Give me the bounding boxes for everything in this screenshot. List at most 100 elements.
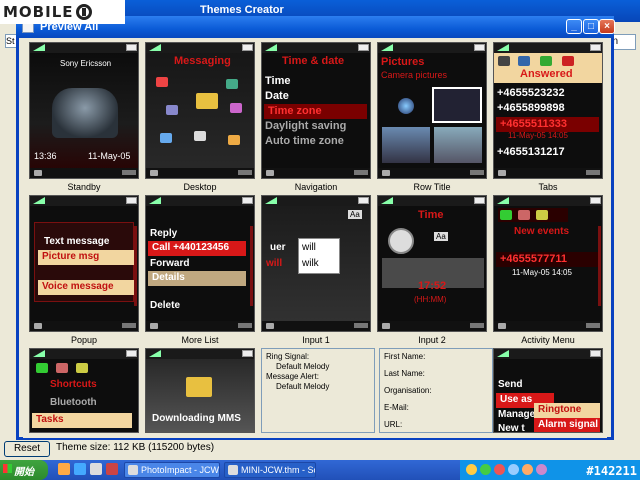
time-input-value[interactable]: 17:52 <box>418 280 446 292</box>
quicklaunch-icon-3[interactable] <box>90 463 102 475</box>
shortcuts-tab-icon[interactable] <box>536 210 548 220</box>
sky-thumbnail[interactable] <box>434 127 482 163</box>
shortcuts-tab-icon[interactable] <box>76 363 88 373</box>
mini-logo-icon <box>382 170 390 176</box>
tab-dialled-icon[interactable] <box>540 56 552 66</box>
softkey-bar <box>494 168 602 178</box>
standby-date: 11-May-05 <box>88 151 131 161</box>
selected-thumbnail[interactable] <box>432 87 482 123</box>
nav-item-date[interactable]: Date <box>265 90 289 102</box>
running-apps-tab-icon[interactable] <box>518 210 530 220</box>
reset-button[interactable]: Reset <box>4 441 50 457</box>
tray-icon-1[interactable] <box>466 464 477 475</box>
quicklaunch-icon-4[interactable] <box>106 463 118 475</box>
ring-signal-label: Ring Signal: <box>266 352 310 361</box>
call-timestamp: 11-May-05 14:05 <box>508 131 568 140</box>
submenu-alarm-signal[interactable]: Alarm signal <box>534 418 600 432</box>
tray-icon-4[interactable] <box>508 464 519 475</box>
tab-answered-icon[interactable] <box>562 56 574 66</box>
running-apps-tab-icon[interactable] <box>56 363 68 373</box>
photoimpact-icon <box>128 465 138 475</box>
downloading-title: Downloading MMS <box>152 413 241 424</box>
status-bar <box>146 196 254 206</box>
call-number-2[interactable]: +4655899898 <box>497 102 565 114</box>
manage-item[interactable]: Manage <box>498 409 535 420</box>
signal-icon <box>497 197 509 204</box>
activity-event-number[interactable]: +4655577711 <box>496 252 599 267</box>
status-bar <box>378 43 486 53</box>
battery-icon <box>474 44 485 51</box>
quicklaunch-ie-icon[interactable] <box>74 463 86 475</box>
typed-word-2: will <box>266 258 283 269</box>
submenu-ringtone[interactable]: Ringtone <box>534 403 600 418</box>
more-item-delete[interactable]: Delete <box>150 300 180 311</box>
task-photoimpact[interactable]: PhotoImpact - JCW_G... <box>124 462 220 478</box>
navigation-preview: Time & date Time Date Time zone Daylight… <box>261 42 371 179</box>
battery-icon <box>590 44 601 51</box>
mini-logo-icon <box>266 323 274 329</box>
popup-scrollbar[interactable] <box>134 226 137 306</box>
shortcuts-preview: Shortcuts Bluetooth Tasks <box>29 348 139 433</box>
suggestion-1[interactable]: will <box>302 242 316 253</box>
call-number-1[interactable]: +4655523232 <box>497 87 565 99</box>
suggestion-2[interactable]: wilk <box>302 258 319 269</box>
nav-item-time[interactable]: Time <box>265 75 290 87</box>
events-tab-icon[interactable] <box>500 210 512 220</box>
nav-item-auto-time-zone[interactable]: Auto time zone <box>265 135 344 147</box>
popup-item-text-message[interactable]: Text message <box>44 236 109 247</box>
call-number-4[interactable]: +4655131217 <box>497 146 565 158</box>
events-tab-icon[interactable] <box>36 363 48 373</box>
activity-scrollbar[interactable] <box>598 226 601 306</box>
tabs-header: Answered <box>520 68 573 80</box>
tray-icon-3[interactable] <box>494 464 505 475</box>
nav-item-daylight[interactable]: Daylight saving <box>265 120 346 132</box>
task-themes-creator[interactable]: MINI-JCW.thm - Son... <box>224 462 316 478</box>
tab-strip: Answered <box>494 53 602 83</box>
signal-icon <box>149 350 161 357</box>
start-button[interactable]: 開始 <box>0 460 48 480</box>
shortcut-item-3[interactable]: Tasks <box>32 413 132 428</box>
shortcut-item-1[interactable]: Shortcuts <box>50 379 97 390</box>
send-item[interactable]: Send <box>498 379 522 390</box>
more-item-details[interactable]: Details <box>148 271 246 286</box>
status-bar <box>30 43 138 53</box>
url-label: URL: <box>384 420 403 429</box>
signal-icon <box>497 350 509 357</box>
tab-missed-icon[interactable] <box>518 56 530 66</box>
mini-logo-icon <box>150 323 158 329</box>
preview-all-window: Preview All _ □ × Sony Ericsson 13:36 11… <box>16 16 615 440</box>
close-button[interactable]: × <box>599 19 615 34</box>
tray-icon-5[interactable] <box>522 464 533 475</box>
contact-softkey <box>122 323 136 328</box>
battery-icon <box>242 44 253 51</box>
more-item-call[interactable]: Call +440123456 <box>148 241 246 256</box>
more-list-scrollbar[interactable] <box>250 226 253 306</box>
desktop-preview: Messaging <box>145 42 255 179</box>
tray-icon-2[interactable] <box>480 464 491 475</box>
landscape-thumbnail[interactable] <box>382 127 430 163</box>
new-item[interactable]: New t <box>498 423 525 432</box>
maximize-button[interactable]: □ <box>583 19 599 34</box>
quicklaunch-icon-1[interactable] <box>58 463 70 475</box>
row-title-preview: Pictures Camera pictures <box>377 42 487 179</box>
tab-all-icon[interactable] <box>498 56 510 66</box>
tray-icon-6[interactable] <box>536 464 547 475</box>
shortcut-item-2[interactable]: Bluetooth <box>50 397 97 408</box>
contacts-icon <box>160 133 172 143</box>
popup-item-voice-message[interactable]: Voice message <box>38 280 134 295</box>
status-bar <box>262 196 370 206</box>
task-photoimpact-label: PhotoImpact - JCW_G... <box>141 465 220 475</box>
nav-item-time-zone[interactable]: Time zone <box>264 104 367 119</box>
minimize-button[interactable]: _ <box>566 19 582 34</box>
battery-icon <box>126 197 137 204</box>
more-item-reply[interactable]: Reply <box>150 228 177 239</box>
softkey-bar <box>262 168 370 178</box>
signal-icon <box>149 44 161 51</box>
call-number-3[interactable]: +4655511333 <box>496 117 599 132</box>
more-item-forward[interactable]: Forward <box>150 258 189 269</box>
battery-icon <box>126 44 137 51</box>
popup-item-picture-msg[interactable]: Picture msg <box>38 250 134 265</box>
status-bar <box>30 349 138 359</box>
camera-icon <box>156 77 168 87</box>
last-name-label: Last Name: <box>384 369 425 378</box>
